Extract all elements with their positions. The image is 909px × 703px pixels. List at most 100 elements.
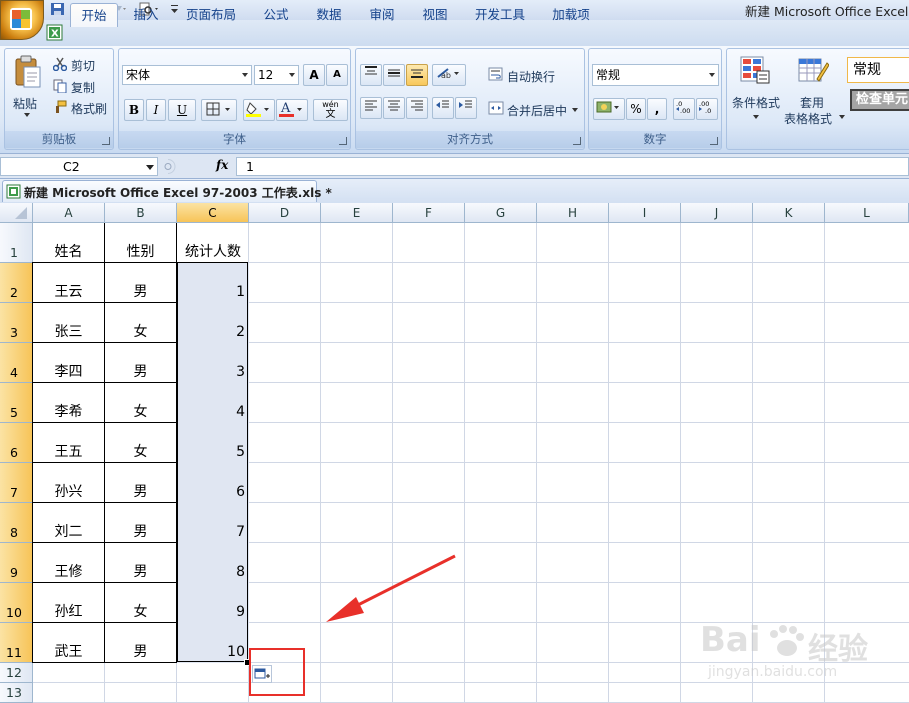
decrease-decimal-button[interactable]: .00.0: [696, 98, 718, 120]
paste-dropdown-icon[interactable]: [24, 113, 30, 117]
font-launcher-icon[interactable]: [339, 137, 347, 145]
tab-data[interactable]: 数据: [307, 3, 351, 26]
shrink-font-button[interactable]: A: [326, 64, 348, 86]
cell-a11[interactable]: 武王: [32, 622, 105, 663]
workbook-tab[interactable]: 新建 Microsoft Office Excel 97-2003 工作表.xl…: [2, 180, 332, 202]
format-painter-button[interactable]: 格式刷: [71, 100, 107, 117]
orientation-button[interactable]: ab: [432, 64, 466, 86]
row-header-13[interactable]: 13: [0, 683, 33, 703]
save-icon[interactable]: [50, 2, 66, 16]
font-size-combo[interactable]: 12: [254, 65, 299, 85]
cell-b5[interactable]: 女: [104, 382, 177, 423]
name-box[interactable]: C2: [0, 157, 158, 176]
cell-b7[interactable]: 男: [104, 462, 177, 503]
cell-b2[interactable]: 男: [104, 262, 177, 303]
copy-button[interactable]: 复制: [71, 79, 95, 96]
cell-a7[interactable]: 孙兴: [32, 462, 105, 503]
row-header-4[interactable]: 4: [0, 343, 33, 383]
row-header-12[interactable]: 12: [0, 663, 33, 683]
alignment-launcher-icon[interactable]: [573, 137, 581, 145]
tab-home[interactable]: 开始: [70, 3, 118, 27]
border-button[interactable]: [201, 99, 237, 121]
name-box-dropdown-icon[interactable]: [146, 165, 154, 170]
comma-button[interactable]: ,: [647, 98, 667, 120]
column-header-l[interactable]: L: [825, 203, 909, 223]
tab-page-layout[interactable]: 页面布局: [178, 3, 244, 26]
conditional-format-button[interactable]: 条件格式: [732, 94, 780, 111]
cell-a10[interactable]: 孙红: [32, 582, 105, 623]
fill-handle[interactable]: [244, 659, 251, 666]
align-left-button[interactable]: [360, 97, 382, 119]
phonetic-button[interactable]: wén 文: [313, 99, 348, 121]
column-header-d[interactable]: D: [249, 203, 321, 223]
number-launcher-icon[interactable]: [710, 137, 718, 145]
column-header-c[interactable]: C: [177, 203, 249, 223]
row-header-9[interactable]: 9: [0, 543, 33, 583]
cell-style-normal[interactable]: 常规: [847, 57, 909, 83]
conditional-dropdown-icon[interactable]: [753, 115, 759, 119]
column-header-h[interactable]: H: [537, 203, 609, 223]
cell-a9[interactable]: 王修: [32, 542, 105, 583]
align-right-button[interactable]: [406, 97, 428, 119]
column-header-j[interactable]: J: [681, 203, 753, 223]
accounting-format-button[interactable]: [593, 98, 625, 120]
cell-b10[interactable]: 女: [104, 582, 177, 623]
column-header-k[interactable]: K: [753, 203, 825, 223]
cell-a4[interactable]: 李四: [32, 342, 105, 383]
fill-color-button[interactable]: [243, 99, 275, 121]
merge-dropdown-icon[interactable]: [572, 108, 578, 112]
select-all-button[interactable]: [0, 203, 33, 223]
cell-b4[interactable]: 男: [104, 342, 177, 383]
align-center-button[interactable]: [383, 97, 405, 119]
italic-button[interactable]: I: [146, 99, 166, 121]
table-dropdown-icon[interactable]: [839, 115, 845, 119]
format-as-table-line2[interactable]: 表格格式: [784, 110, 832, 127]
cell-a5[interactable]: 李希: [32, 382, 105, 423]
row-header-2[interactable]: 2: [0, 263, 33, 303]
tab-insert[interactable]: 插入: [124, 3, 168, 26]
row-header-5[interactable]: 5: [0, 383, 33, 423]
tab-review[interactable]: 审阅: [360, 3, 404, 26]
column-header-g[interactable]: G: [465, 203, 537, 223]
cell-style-check[interactable]: 检查单元: [850, 89, 909, 111]
column-header-e[interactable]: E: [321, 203, 393, 223]
row-header-8[interactable]: 8: [0, 503, 33, 543]
merge-center-button[interactable]: 合并后居中: [507, 102, 567, 119]
cell-c1[interactable]: 统计人数: [177, 223, 249, 263]
row-header-6[interactable]: 6: [0, 423, 33, 463]
decrease-indent-button[interactable]: [432, 97, 454, 119]
formula-input[interactable]: 1: [236, 157, 909, 176]
increase-decimal-button[interactable]: .0.00: [673, 98, 695, 120]
cell-a2[interactable]: 王云: [32, 262, 105, 303]
cell-a8[interactable]: 刘二: [32, 502, 105, 543]
cell-b1[interactable]: 性别: [105, 223, 177, 263]
column-header-f[interactable]: F: [393, 203, 465, 223]
cell-b9[interactable]: 男: [104, 542, 177, 583]
cut-button[interactable]: 剪切: [71, 57, 95, 74]
format-as-table-line1[interactable]: 套用: [800, 94, 824, 111]
row-header-10[interactable]: 10: [0, 583, 33, 623]
percent-button[interactable]: %: [626, 98, 646, 120]
tab-developer[interactable]: 开发工具: [467, 3, 533, 26]
cell-b11[interactable]: 男: [104, 622, 177, 663]
column-header-i[interactable]: I: [609, 203, 681, 223]
tab-addins[interactable]: 加载项: [540, 3, 602, 26]
grow-font-button[interactable]: A: [303, 64, 325, 86]
clipboard-launcher-icon[interactable]: [102, 137, 110, 145]
cell-b3[interactable]: 女: [104, 302, 177, 343]
column-header-a[interactable]: A: [33, 203, 105, 223]
cell-a1[interactable]: 姓名: [33, 223, 105, 263]
cell-b6[interactable]: 女: [104, 422, 177, 463]
row-header-7[interactable]: 7: [0, 463, 33, 503]
tab-view[interactable]: 视图: [413, 3, 457, 26]
auto-fill-options-button[interactable]: [252, 665, 272, 683]
cell-a3[interactable]: 张三: [32, 302, 105, 343]
bold-button[interactable]: B: [124, 99, 144, 121]
align-middle-button[interactable]: [383, 64, 405, 86]
cell-a6[interactable]: 王五: [32, 422, 105, 463]
wrap-text-button[interactable]: 自动换行: [507, 68, 555, 85]
insert-function-button[interactable]: fx: [216, 158, 228, 172]
row-header-1[interactable]: 1: [0, 223, 33, 263]
increase-indent-button[interactable]: [455, 97, 477, 119]
font-name-combo[interactable]: 宋体: [122, 65, 252, 85]
